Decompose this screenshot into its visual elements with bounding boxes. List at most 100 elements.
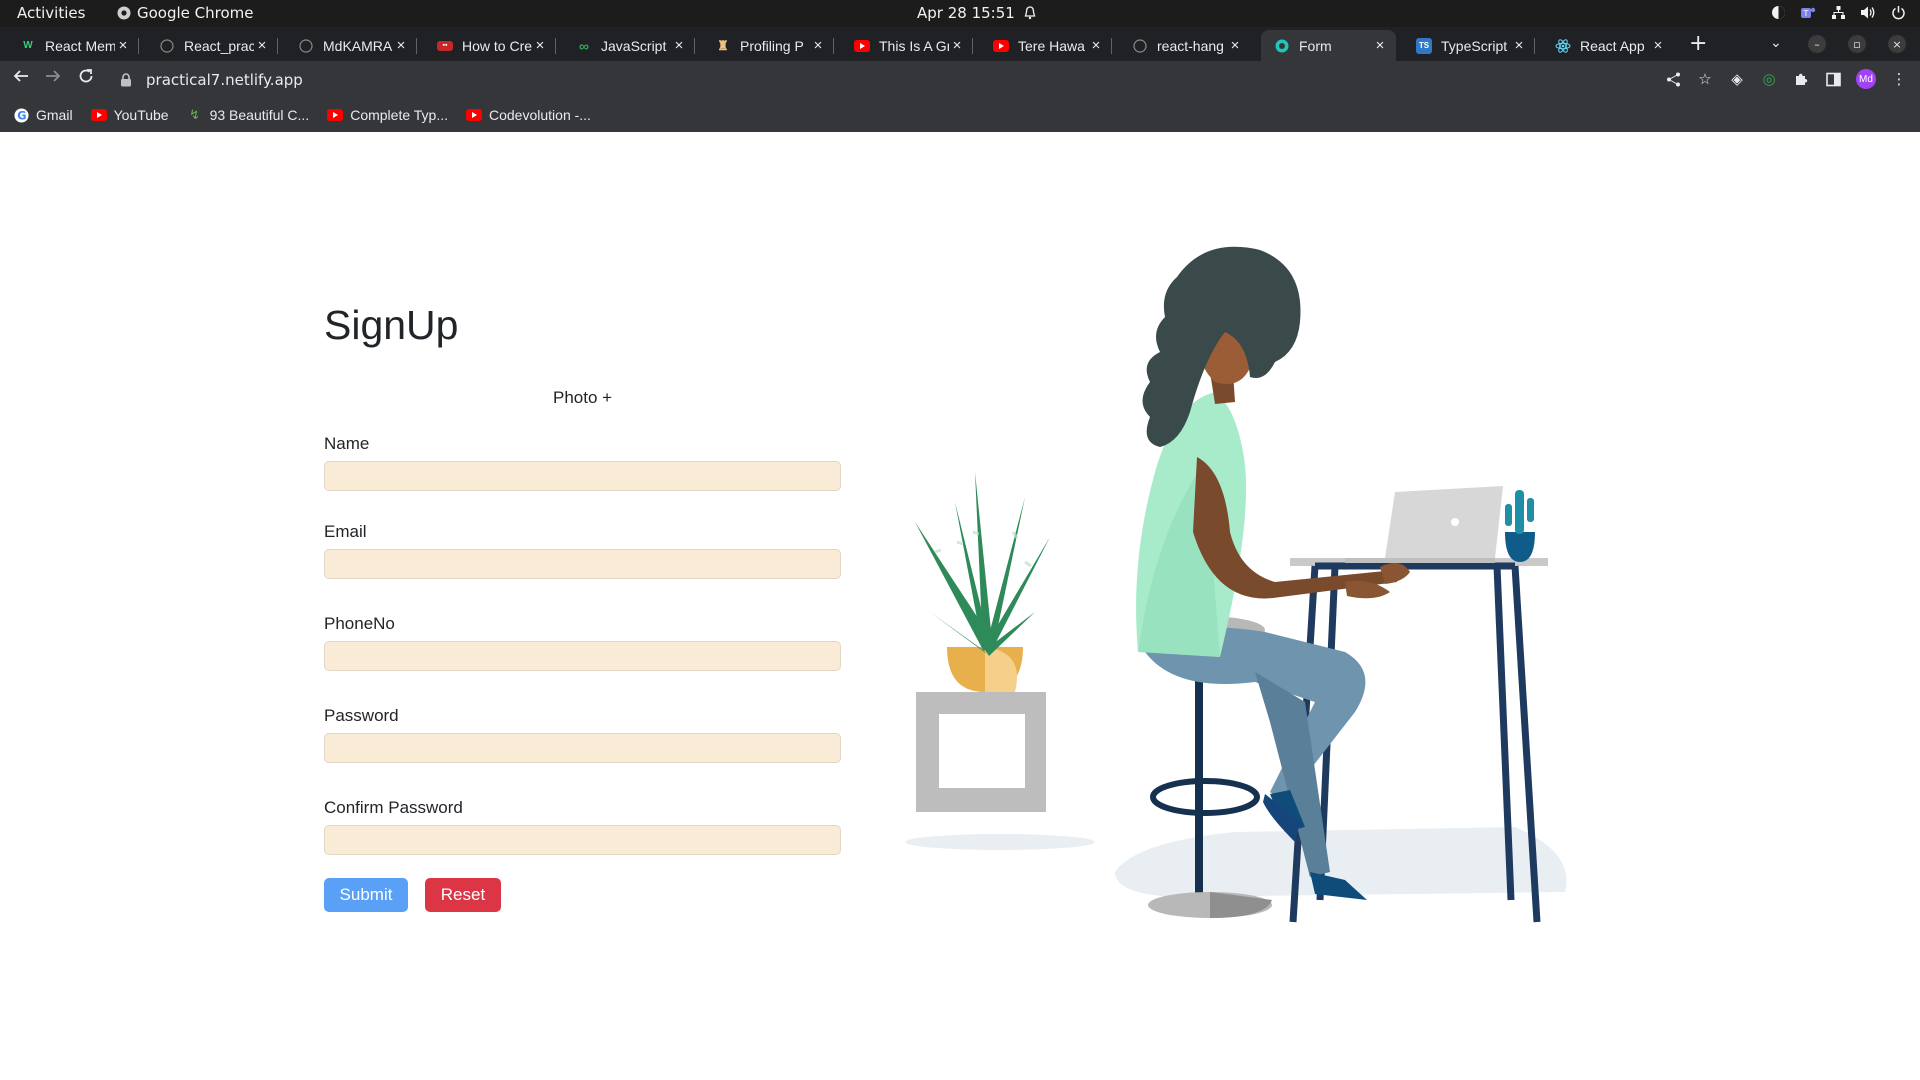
close-icon[interactable]: × bbox=[115, 37, 131, 54]
tab-title: MdKAMRA bbox=[323, 37, 393, 54]
phone-field[interactable] bbox=[324, 641, 841, 671]
chrome-icon bbox=[117, 6, 131, 20]
tab-react-app[interactable]: React App × bbox=[1535, 30, 1674, 61]
svg-text:T: T bbox=[1803, 9, 1809, 18]
extension-diamond-icon[interactable]: ◈ bbox=[1728, 70, 1746, 88]
infinity-icon: ∞ bbox=[579, 37, 589, 54]
side-panel-icon[interactable] bbox=[1824, 70, 1842, 88]
volume-icon[interactable] bbox=[1860, 4, 1876, 20]
restore-button[interactable]: ▫ bbox=[1848, 35, 1866, 53]
youtube-icon bbox=[854, 38, 870, 54]
tab-how-to-create[interactable]: ▪▪ How to Cre × bbox=[417, 30, 556, 61]
tab-search-icon[interactable]: ⌄ bbox=[1770, 35, 1782, 51]
youtube-icon bbox=[466, 107, 482, 123]
bookmark-gmail[interactable]: G Gmail bbox=[13, 107, 73, 123]
close-icon[interactable]: × bbox=[254, 37, 270, 54]
bookmark-star-icon[interactable]: ☆ bbox=[1696, 70, 1714, 88]
netlify-icon bbox=[1274, 38, 1290, 54]
tab-title: Profiling P bbox=[740, 37, 804, 54]
forward-button[interactable] bbox=[42, 68, 64, 90]
submit-button[interactable]: Submit bbox=[324, 878, 408, 912]
tab-title: React App bbox=[1580, 37, 1645, 54]
close-window-button[interactable]: × bbox=[1888, 35, 1906, 53]
system-top-bar: Activities Google Chrome Apr 28 15:51 T bbox=[0, 0, 1920, 27]
tab-profiling[interactable]: ♜ Profiling P × bbox=[695, 30, 834, 61]
github-icon bbox=[1132, 38, 1148, 54]
close-icon[interactable]: × bbox=[1227, 37, 1243, 54]
profile-avatar[interactable]: Md bbox=[1856, 69, 1876, 89]
tab-javascript[interactable]: ∞ JavaScript × bbox=[556, 30, 695, 61]
profiling-favicon: ♜ bbox=[717, 37, 729, 53]
tab-react-prac[interactable]: React_prac × bbox=[139, 30, 278, 61]
bookmark-93-beautiful[interactable]: ↯ 93 Beautiful C... bbox=[187, 107, 309, 123]
bookmark-youtube[interactable]: YouTube bbox=[90, 107, 169, 123]
tab-title: TypeScript bbox=[1441, 37, 1508, 54]
react-memo-favicon: W bbox=[23, 40, 33, 51]
extensions-puzzle-icon[interactable] bbox=[1792, 70, 1810, 88]
name-field[interactable] bbox=[324, 461, 841, 491]
confirm-password-label: Confirm Password bbox=[324, 798, 463, 817]
tab-title: React_prac bbox=[184, 37, 254, 54]
close-icon[interactable]: × bbox=[393, 37, 409, 54]
tab-youtube-1[interactable]: This Is A Gr × bbox=[834, 30, 973, 61]
arrow-left-icon bbox=[13, 70, 28, 82]
confirm-password-field[interactable] bbox=[324, 825, 841, 855]
close-icon[interactable]: × bbox=[1650, 37, 1666, 54]
svg-text:G: G bbox=[17, 109, 26, 122]
share-icon[interactable] bbox=[1664, 70, 1682, 88]
close-icon[interactable]: × bbox=[1372, 37, 1388, 54]
lock-icon[interactable] bbox=[120, 73, 132, 87]
new-tab-button[interactable]: + bbox=[1689, 33, 1707, 55]
tab-title: Form bbox=[1299, 37, 1332, 54]
night-light-icon[interactable] bbox=[1770, 4, 1786, 20]
teams-icon[interactable]: T bbox=[1800, 4, 1816, 20]
google-icon: G bbox=[13, 107, 29, 123]
bookmark-codevolution[interactable]: Codevolution -... bbox=[466, 107, 591, 123]
tab-title: JavaScript bbox=[601, 37, 667, 54]
close-icon[interactable]: × bbox=[1511, 37, 1527, 54]
css-icon: ↯ bbox=[189, 107, 201, 122]
youtube-icon bbox=[993, 38, 1009, 54]
tab-youtube-2[interactable]: Tere Hawa × bbox=[973, 30, 1112, 61]
close-icon[interactable]: × bbox=[671, 37, 687, 54]
browser-toolbar: practical7.netlify.app ☆ ◈ ◎ Md ⋮ bbox=[0, 61, 1920, 98]
reload-button[interactable] bbox=[75, 68, 97, 90]
email-label: Email bbox=[324, 522, 367, 541]
woman-at-laptop-illustration bbox=[905, 246, 1567, 923]
email-field[interactable] bbox=[324, 549, 841, 579]
reset-button[interactable]: Reset bbox=[425, 878, 501, 912]
app-menu[interactable]: Google Chrome bbox=[117, 4, 254, 22]
close-icon[interactable]: × bbox=[810, 37, 826, 54]
tab-mdkamra[interactable]: MdKAMRA × bbox=[278, 30, 417, 61]
photo-upload-button[interactable]: Photo + bbox=[553, 388, 612, 408]
page-viewport: SignUp Photo + Name Email PhoneNo Passwo… bbox=[0, 132, 1920, 1080]
minimize-button[interactable]: – bbox=[1808, 35, 1826, 53]
extension-circle-icon[interactable]: ◎ bbox=[1760, 70, 1778, 88]
bookmark-complete-typescript[interactable]: Complete Typ... bbox=[327, 107, 448, 123]
tab-form[interactable]: Form × bbox=[1261, 30, 1396, 61]
tab-typescript[interactable]: TS TypeScript × bbox=[1396, 30, 1535, 61]
power-icon[interactable] bbox=[1890, 4, 1906, 20]
activities-button[interactable]: Activities bbox=[17, 4, 85, 22]
youtube-icon bbox=[327, 107, 344, 123]
back-button[interactable] bbox=[10, 68, 32, 90]
password-field[interactable] bbox=[324, 733, 841, 763]
arrow-right-icon bbox=[46, 70, 61, 82]
tab-react-memo[interactable]: W React Mem × bbox=[0, 30, 139, 61]
tab-react-hang[interactable]: react-hang × bbox=[1112, 30, 1251, 61]
typescript-icon: TS bbox=[1416, 37, 1432, 54]
toolbar-actions: ☆ ◈ ◎ Md ⋮ bbox=[1664, 69, 1908, 89]
bookmark-label: Codevolution -... bbox=[489, 107, 591, 123]
react-icon bbox=[1555, 38, 1571, 54]
close-icon[interactable]: × bbox=[949, 37, 965, 54]
menu-kebab-icon[interactable]: ⋮ bbox=[1890, 70, 1908, 88]
tab-title: Tere Hawa bbox=[1018, 37, 1085, 54]
system-tray: T bbox=[1770, 4, 1906, 20]
address-bar[interactable]: practical7.netlify.app bbox=[110, 65, 1730, 95]
close-icon[interactable]: × bbox=[1088, 37, 1104, 54]
close-icon[interactable]: × bbox=[532, 37, 548, 54]
name-label: Name bbox=[324, 434, 370, 453]
phone-label: PhoneNo bbox=[324, 614, 395, 633]
clock[interactable]: Apr 28 15:51 bbox=[917, 4, 1037, 22]
network-icon[interactable] bbox=[1830, 4, 1846, 20]
